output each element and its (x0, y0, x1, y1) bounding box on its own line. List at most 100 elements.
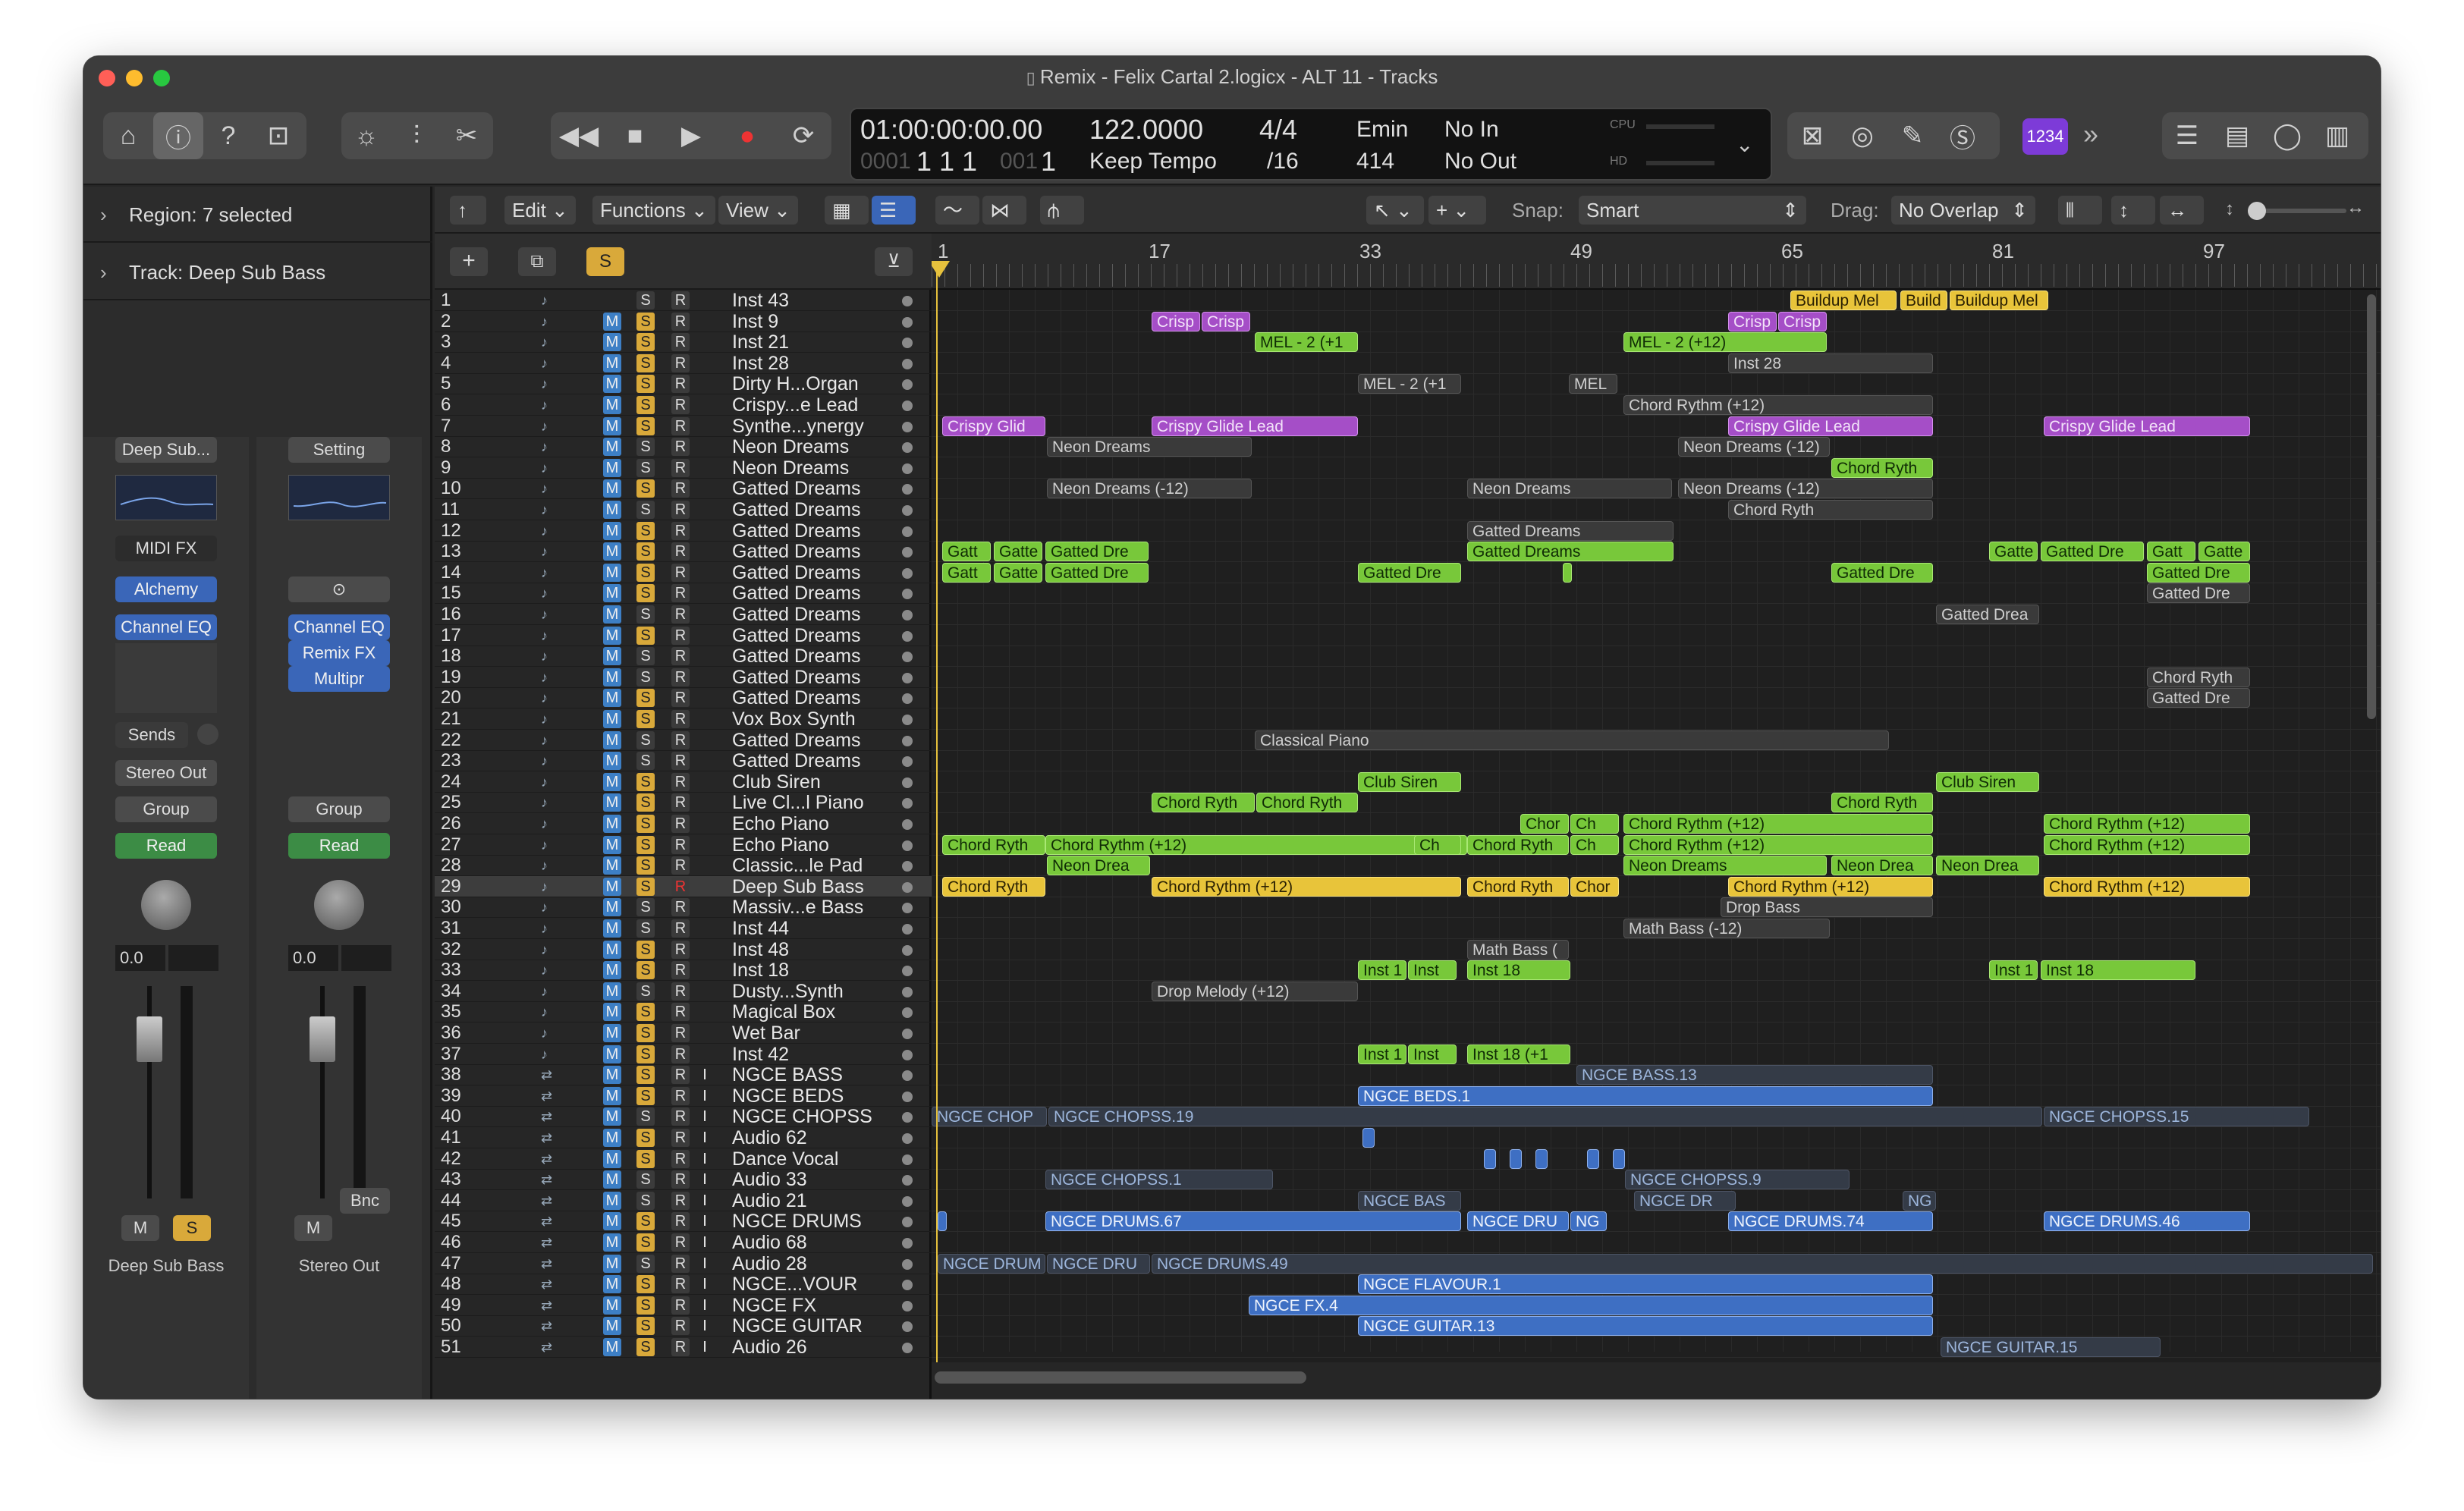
region[interactable]: Gatte (994, 562, 1042, 583)
region[interactable]: Gatted Dre (1045, 562, 1149, 583)
solo-button[interactable]: S (636, 501, 655, 519)
track-name[interactable]: Audio 33 (732, 1169, 807, 1190)
track-name[interactable]: Gatted Dreams (732, 750, 861, 771)
track-row[interactable]: 6 ♪ M S R Crispy...e Lead (435, 394, 932, 416)
region[interactable]: Gatte (2198, 542, 2250, 562)
region[interactable]: NG (1903, 1190, 1936, 1211)
region[interactable]: Neon Dreams (1623, 856, 1827, 876)
region[interactable]: Buildup Mel (1790, 291, 1897, 310)
track-on-indicator[interactable] (902, 798, 913, 809)
mute-button[interactable]: M (603, 982, 621, 1001)
region[interactable]: MEL - 2 (+1 (1255, 332, 1358, 353)
region[interactable]: Gatte (994, 542, 1042, 562)
record-button[interactable]: R (671, 458, 690, 477)
track-row[interactable]: 50 ⇄ M S R I NGCE GUITAR (435, 1315, 932, 1337)
region[interactable]: Neon Dreams (1467, 479, 1672, 499)
track-lane[interactable] (932, 1044, 2381, 1065)
record-button[interactable]: R (671, 1191, 690, 1210)
track-row[interactable]: 24 ♪ M S R Club Siren (435, 771, 932, 793)
region[interactable]: NG (1570, 1211, 1607, 1232)
record-button[interactable]: R (671, 919, 690, 938)
track-name[interactable]: NGCE BASS (732, 1064, 843, 1085)
cycle-icon[interactable]: ⟳ (775, 112, 831, 159)
track-name[interactable]: Gatted Dreams (732, 646, 861, 667)
mute-button[interactable]: M (294, 1215, 332, 1241)
track-on-indicator[interactable] (902, 379, 913, 391)
record-button[interactable]: R (671, 479, 690, 498)
track-row[interactable]: 10 ♪ M S R Gatted Dreams (435, 478, 932, 500)
close-button[interactable] (99, 70, 115, 86)
track-row[interactable]: 13 ♪ M S R Gatted Dreams (435, 541, 932, 563)
record-button[interactable]: R (671, 1254, 690, 1273)
track-row[interactable]: 20 ♪ M S R Gatted Dreams (435, 687, 932, 709)
solo-button[interactable]: S (636, 1191, 655, 1210)
midi-fx-slot[interactable]: MIDI FX (115, 536, 217, 561)
region[interactable]: Chord Rythm (+12) (1045, 834, 1467, 855)
solo-button[interactable]: S (636, 416, 655, 435)
track-name[interactable]: Gatted Dreams (732, 625, 861, 646)
track-row[interactable]: 7 ♪ M S R Synthe...ynergy (435, 416, 932, 437)
mute-button[interactable]: M (603, 1024, 621, 1042)
track-on-indicator[interactable] (902, 1112, 913, 1123)
track-on-indicator[interactable] (902, 1029, 913, 1039)
mute-button[interactable]: M (603, 626, 621, 645)
mute-button[interactable]: M (603, 752, 621, 771)
mute-button[interactable]: M (603, 898, 621, 917)
track-on-indicator[interactable] (902, 881, 913, 893)
region[interactable]: Gatted Dre (2147, 583, 2250, 604)
grid-view-icon[interactable]: ▦ (825, 196, 869, 225)
solo-button[interactable]: S (636, 1170, 655, 1189)
region[interactable]: Chord Ryth (2147, 667, 2250, 687)
track-row[interactable]: 33 ♪ M S R Inst 18 (435, 960, 932, 982)
track-name[interactable]: Inst 43 (732, 290, 789, 311)
pan-knob[interactable] (141, 880, 191, 930)
eq-thumbnail[interactable] (115, 475, 217, 520)
mute-button[interactable]: M (603, 1338, 621, 1356)
setting-button[interactable]: Deep Sub... (115, 437, 217, 463)
track-name[interactable]: Gatted Dreams (732, 604, 861, 625)
record-button[interactable]: R (671, 626, 690, 645)
track-lane[interactable] (932, 1337, 2381, 1358)
mixer-icon[interactable]: ⫶ (391, 112, 442, 159)
volume-fader[interactable] (137, 986, 196, 1198)
track-row[interactable]: 44 ⇄ M S R I Audio 21 (435, 1190, 932, 1211)
track-on-indicator[interactable] (902, 296, 913, 306)
loop-browser-icon[interactable]: ◯ (2262, 112, 2312, 159)
track-lane[interactable] (932, 625, 2381, 646)
track-row[interactable]: 35 ♪ M S R Magical Box (435, 1001, 932, 1023)
mute-button[interactable]: M (603, 458, 621, 477)
region[interactable]: Chord Ryth (1256, 793, 1358, 813)
record-button[interactable]: R (671, 689, 690, 708)
region[interactable] (1613, 1148, 1625, 1169)
solo-button[interactable]: S (636, 479, 655, 498)
mute-button[interactable]: M (603, 563, 621, 582)
arrange-area[interactable]: 1 17 33 49 65 81 97 Buildup Mel Build Buildup Me… (932, 234, 2381, 1399)
input-monitor-button[interactable]: I (696, 1150, 714, 1168)
track-on-indicator[interactable] (902, 819, 913, 830)
add-track-icon[interactable]: + (450, 247, 488, 276)
track-on-indicator[interactable] (902, 1070, 913, 1082)
track-row[interactable]: 17 ♪ M S R Gatted Dreams (435, 625, 932, 646)
region[interactable]: NGCE FLAVOUR.1 (1358, 1274, 1933, 1295)
region[interactable]: NGCE DRU (1467, 1211, 1569, 1232)
list-view-icon[interactable]: ☰ (872, 196, 916, 225)
instrument-slot[interactable]: Alchemy (115, 576, 217, 602)
region[interactable]: Inst 18 (1467, 960, 1570, 981)
solo-button[interactable]: S (636, 730, 655, 749)
track-row[interactable]: 26 ♪ M S R Echo Piano (435, 813, 932, 834)
region[interactable]: Inst 28 (1728, 353, 1933, 373)
mute-button[interactable]: M (603, 1233, 621, 1252)
record-button[interactable]: R (671, 1086, 690, 1105)
region[interactable]: Neon Dreams (-12) (1678, 437, 1830, 457)
track-on-indicator[interactable] (902, 861, 913, 872)
track-lane[interactable] (932, 311, 2381, 332)
solo-button[interactable]: S (636, 982, 655, 1001)
audio-fx-empty[interactable] (115, 643, 217, 713)
mute-button[interactable]: M (603, 416, 621, 435)
track-lane[interactable] (932, 939, 2381, 960)
track-lane[interactable] (932, 1127, 2381, 1148)
mute-button[interactable]: M (603, 1107, 621, 1126)
mute-button[interactable]: M (603, 919, 621, 938)
input-monitor-button[interactable]: I (696, 1107, 714, 1126)
zoom-button[interactable] (153, 70, 170, 86)
